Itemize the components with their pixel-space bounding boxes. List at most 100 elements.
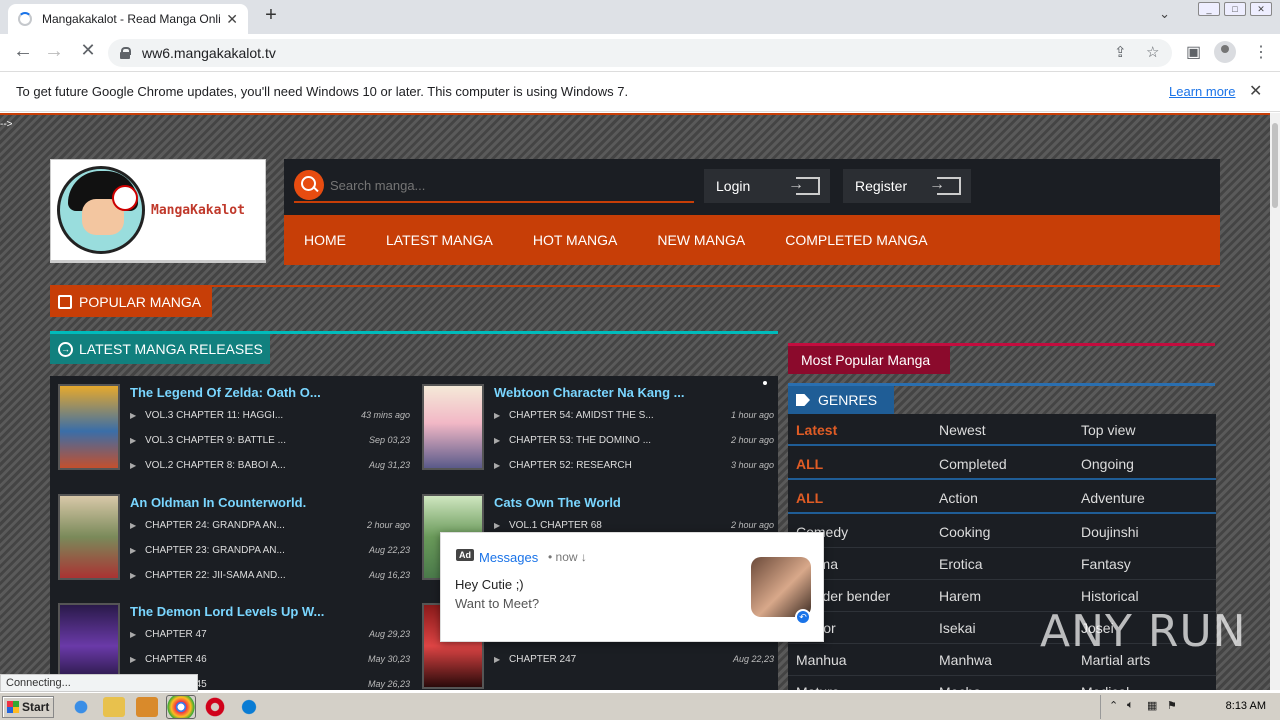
nav-new-manga[interactable]: NEW MANGA [657,232,745,248]
manga-cover-image[interactable] [58,494,120,580]
chapter-name[interactable]: CHAPTER 247 [509,654,669,665]
internet-explorer-icon[interactable] [70,697,92,717]
share-icon[interactable]: ⇪ [1114,39,1127,67]
bookmark-star-icon[interactable]: ☆ [1146,39,1159,67]
tray-expand-icon[interactable]: ⌃ [1109,699,1118,712]
manga-title-link[interactable]: Webtoon Character Na Kang ... [494,385,754,400]
edge-icon[interactable] [238,697,260,717]
file-explorer-icon[interactable] [103,697,125,717]
login-button[interactable]: Login [704,169,830,203]
tab-search-chevron-icon[interactable]: ⌄ [1159,6,1170,22]
chapter-name[interactable]: VOL.3 CHAPTER 11: HAGGI... [145,410,305,421]
genre-link[interactable]: Manhua [796,652,847,668]
genre-link[interactable]: Top view [1081,422,1135,438]
genre-link[interactable]: ALL [796,490,823,506]
manga-title-link[interactable]: An Oldman In Counterworld. [130,495,390,510]
side-panel-icon[interactable]: ▣ [1186,42,1201,62]
start-button[interactable]: Start [2,696,54,718]
genre-link[interactable]: Harem [939,588,981,604]
learn-more-link[interactable]: Learn more [1169,84,1235,99]
browser-tab[interactable]: Mangakakalot - Read Manga Online F ✕ [8,4,248,34]
manga-title-link[interactable]: The Demon Lord Levels Up W... [130,604,390,619]
chapter-row[interactable]: ▶ CHAPTER 23: GRANDPA AN... Aug 22,23 [130,544,410,564]
genre-link[interactable]: Doujinshi [1081,524,1139,540]
chapter-row[interactable]: ▶ CHAPTER 22: JII-SAMA AND... Aug 16,23 [130,569,410,589]
genre-link[interactable]: Medical [1081,684,1129,690]
volume-icon[interactable]: 🔈︎ [1127,699,1134,712]
genre-link[interactable]: Fantasy [1081,556,1131,572]
genre-link[interactable]: Isekai [939,620,976,636]
network-icon[interactable]: ▦ [1147,699,1157,712]
notification-sender[interactable]: Messages [479,550,538,565]
chapter-row[interactable]: ▶ CHAPTER 24: GRANDPA AN... 2 hour ago [130,519,410,539]
address-bar[interactable]: ww6.mangakakalot.tv ⇪ ☆ [108,39,1172,67]
opera-icon[interactable] [204,697,226,717]
chapter-name[interactable]: VOL.3 CHAPTER 9: BATTLE ... [145,435,305,446]
stop-loading-icon[interactable]: ✕ [75,40,101,61]
genre-link[interactable]: ALL [796,456,823,472]
search-icon[interactable] [294,170,324,200]
minimize-button[interactable]: _ [1198,2,1220,16]
manga-title-link[interactable]: Cats Own The World [494,495,754,510]
page-scrollbar[interactable] [1270,113,1280,690]
nav-latest-manga[interactable]: LATEST MANGA [386,232,493,248]
forward-arrow-icon[interactable]: → [41,40,67,63]
genre-link[interactable]: Latest [796,422,837,438]
chapter-row[interactable]: ▶ VOL.2 CHAPTER 8: BABOI A... Aug 31,23 [130,459,410,479]
chrome-icon[interactable] [166,695,196,719]
genre-link[interactable]: Action [939,490,978,506]
chapter-row[interactable]: ▶ CHAPTER 52: RESEARCH 3 hour ago [494,459,774,479]
chapter-name[interactable]: CHAPTER 22: JII-SAMA AND... [145,570,305,581]
chapter-name[interactable]: CHAPTER 52: RESEARCH [509,460,669,471]
scrollbar-thumb[interactable] [1272,123,1278,208]
genre-link[interactable]: Cooking [939,524,990,540]
media-player-icon[interactable] [136,697,158,717]
window-close-button[interactable]: ✕ [1250,2,1272,16]
genre-link[interactable]: Newest [939,422,986,438]
back-arrow-icon[interactable]: ← [10,40,36,63]
genre-link[interactable]: Erotica [939,556,983,572]
genre-link[interactable]: Adventure [1081,490,1145,506]
nav-home[interactable]: HOME [304,232,346,248]
manga-cover-image[interactable] [422,384,484,470]
genre-link[interactable]: Completed [939,456,1007,472]
flag-icon[interactable]: ⚑ [1167,699,1177,712]
chapter-row[interactable]: ▶ CHAPTER 247 Aug 22,23 [494,653,774,673]
genre-link[interactable]: Ongoing [1081,456,1134,472]
chapter-row[interactable]: ▶ CHAPTER 46 May 30,23 [130,653,410,673]
chapter-name[interactable]: CHAPTER 54: AMIDST THE S... [509,410,669,421]
maximize-button[interactable]: □ [1224,2,1246,16]
ad-notification-popup[interactable]: Ad Messages • now ↓ Hey Cutie ;) Want to… [440,532,824,642]
chapter-row[interactable]: ▶ VOL.3 CHAPTER 9: BATTLE ... Sep 03,23 [130,434,410,454]
infobar-close-icon[interactable]: ✕ [1249,81,1262,101]
menu-kebab-icon[interactable]: ⋮ [1253,42,1269,62]
chapter-name[interactable]: CHAPTER 46 [145,654,305,665]
chapter-row[interactable]: ▶ VOL.3 CHAPTER 11: HAGGI... 43 mins ago [130,409,410,429]
taskbar-clock[interactable]: 8:13 AM [1226,700,1266,712]
profile-avatar-icon[interactable] [1214,41,1236,63]
genre-link[interactable]: Mecha [939,684,981,690]
genre-link[interactable]: Manhwa [939,652,992,668]
chapter-name[interactable]: CHAPTER 47 [145,629,305,640]
chapter-name[interactable]: CHAPTER 23: GRANDPA AN... [145,545,305,556]
register-button[interactable]: Register [843,169,971,203]
chapter-row[interactable]: ▶ CHAPTER 53: THE DOMINO ... 2 hour ago [494,434,774,454]
manga-cover-image[interactable] [58,384,120,470]
popular-manga-heading[interactable]: POPULAR MANGA [50,287,212,317]
chapter-row[interactable]: ▶ CHAPTER 47 Aug 29,23 [130,628,410,648]
chapter-name[interactable]: VOL.2 CHAPTER 8: BABOI A... [145,460,305,471]
lock-icon[interactable] [120,47,131,59]
site-logo[interactable]: MangaKakalot [50,159,266,263]
genre-link[interactable]: Mature [796,684,840,690]
manga-title-link[interactable]: The Legend Of Zelda: Oath O... [130,385,390,400]
genre-link[interactable]: Historical [1081,588,1139,604]
chapter-name[interactable]: CHAPTER 24: GRANDPA AN... [145,520,305,531]
new-tab-button[interactable]: + [258,4,284,27]
tab-close-icon[interactable]: ✕ [226,11,238,28]
chapter-name[interactable]: CHAPTER 53: THE DOMINO ... [509,435,669,446]
chapter-row[interactable]: ▶ CHAPTER 54: AMIDST THE S... 1 hour ago [494,409,774,429]
chapter-name[interactable]: VOL.1 CHAPTER 68 [509,520,669,531]
nav-hot-manga[interactable]: HOT MANGA [533,232,618,248]
search-input[interactable] [330,177,680,193]
nav-completed-manga[interactable]: COMPLETED MANGA [785,232,927,248]
